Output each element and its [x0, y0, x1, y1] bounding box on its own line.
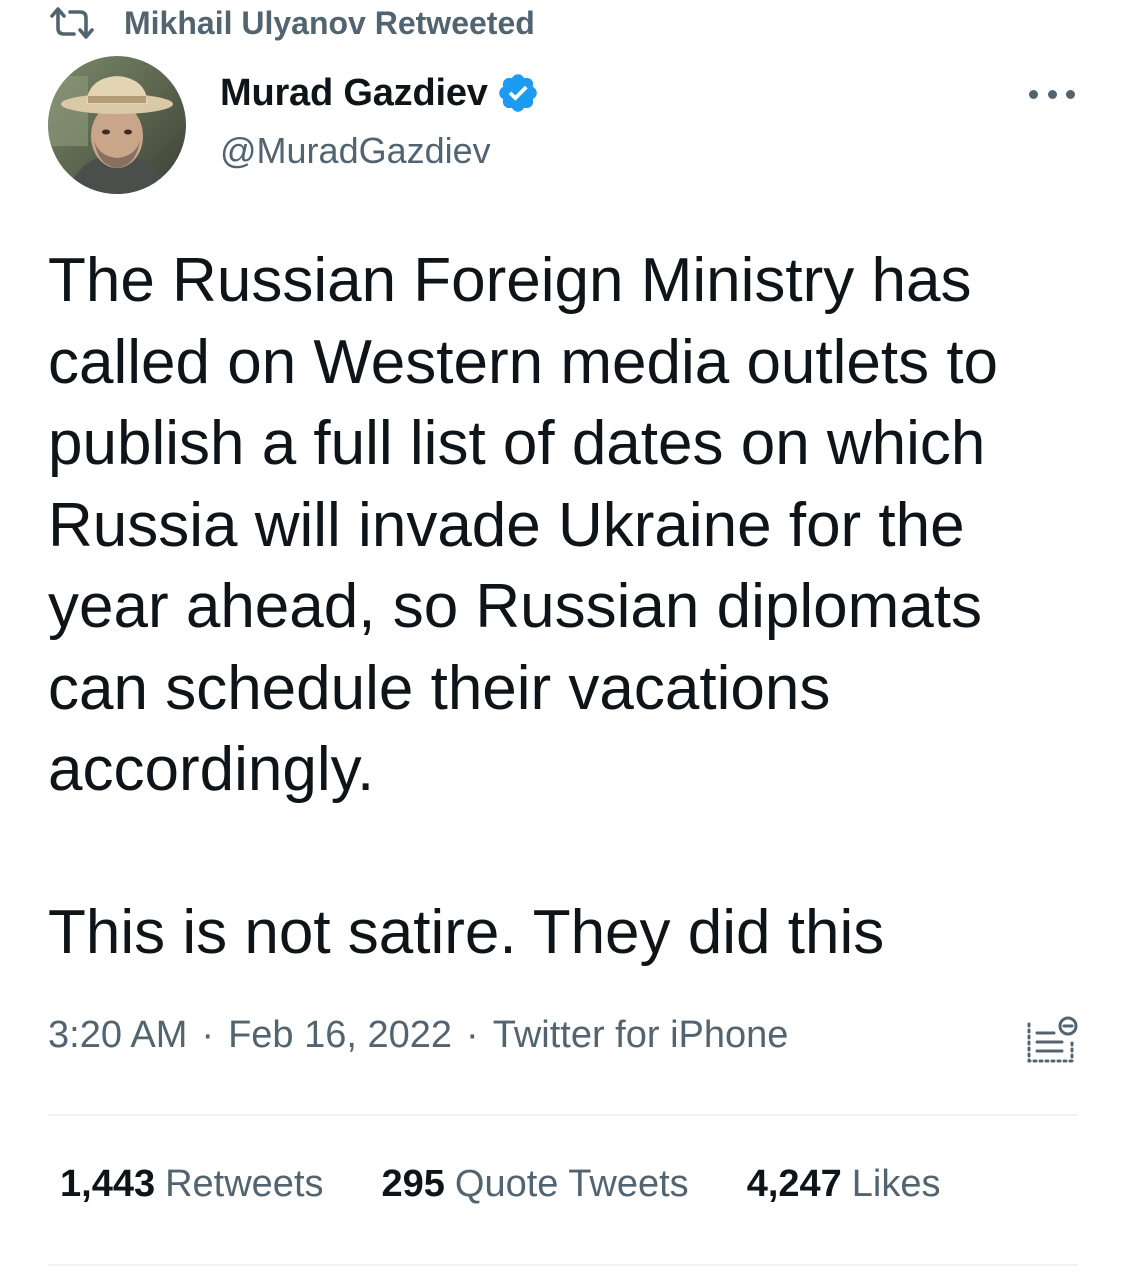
analytics-icon[interactable] — [1024, 1016, 1080, 1068]
likes-label: Likes — [851, 1163, 941, 1205]
divider — [48, 1264, 1078, 1266]
tweet-meta: 3:20 AM · Feb 16, 2022 · Twitter for iPh… — [48, 1014, 788, 1057]
tweet-paragraph-1: The Russian Foreign Ministry has called … — [48, 246, 999, 804]
tweet-time[interactable]: 3:20 AM — [48, 1014, 187, 1057]
quote-tweets-count: 295 — [381, 1163, 445, 1205]
retweet-icon — [48, 5, 96, 41]
meta-separator: · — [201, 1014, 215, 1056]
likes-count: 4,247 — [746, 1163, 842, 1205]
meta-separator: · — [466, 1014, 479, 1056]
retweeted-by-label: Mikhail Ulyanov Retweeted — [124, 4, 535, 41]
quote-tweets-stat[interactable]: 295 Quote Tweets — [382, 1163, 689, 1206]
tweet-stats: 1,443 Retweets 295 Quote Tweets 4,247 Likes — [60, 1163, 999, 1206]
author-info[interactable]: Murad Gazdiev @MuradGazdiev — [220, 64, 540, 172]
retweet-context[interactable]: Mikhail Ulyanov Retweeted — [48, 0, 535, 46]
avatar[interactable] — [48, 56, 186, 194]
retweets-count: 1,443 — [60, 1163, 156, 1205]
retweets-label: Retweets — [165, 1163, 324, 1205]
tweet-paragraph-2: This is not satire. They did this — [48, 897, 885, 967]
author-display-name[interactable]: Murad Gazdiev — [220, 72, 488, 115]
tweet-detail: Mikhail Ulyanov Retweeted Murad Gazdiev … — [0, 0, 1125, 1279]
author-handle[interactable]: @MuradGazdiev — [220, 130, 540, 172]
tweet-date[interactable]: Feb 16, 2022 — [228, 1014, 452, 1057]
likes-stat[interactable]: 4,247 Likes — [747, 1163, 941, 1206]
more-options-icon[interactable] — [1029, 82, 1075, 106]
tweet-source[interactable]: Twitter for iPhone — [493, 1014, 789, 1057]
divider — [48, 1114, 1078, 1116]
verified-badge-icon — [496, 71, 540, 115]
quote-tweets-label: Quote Tweets — [454, 1163, 689, 1205]
tweet-text: The Russian Foreign Ministry has called … — [48, 240, 1088, 973]
retweets-stat[interactable]: 1,443 Retweets — [60, 1163, 324, 1206]
